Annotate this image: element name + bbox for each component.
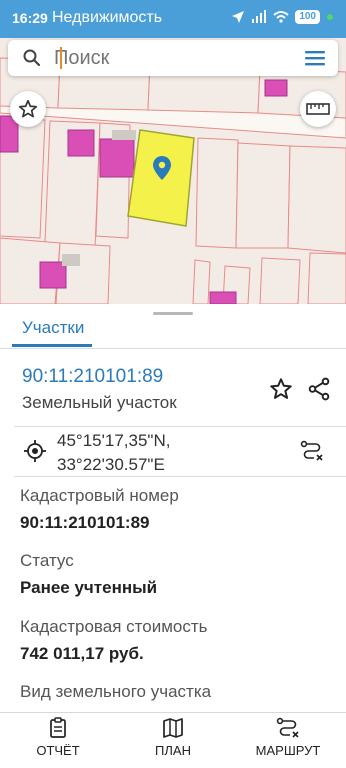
share-icon[interactable] — [306, 376, 332, 402]
battery-indicator: 100 — [295, 10, 320, 24]
cadastral-cost-value: 742 011,17 руб. — [20, 644, 144, 663]
nav-report-button[interactable]: ОТЧЁТ — [8, 717, 108, 758]
map-favorite-button[interactable] — [10, 91, 46, 127]
favorite-star-icon[interactable] — [268, 376, 294, 402]
ruler-button[interactable] — [300, 91, 336, 127]
coordinate-longitude: 33°22'30.57"E — [57, 455, 165, 474]
tab-active-indicator — [12, 344, 92, 347]
parcel-info-sheet: Участки 90:11:210101:89 Земельный участо… — [0, 304, 346, 712]
divider — [14, 426, 346, 427]
coordinate-latitude: 45°15'17,35"N, — [57, 431, 171, 450]
report-icon — [50, 717, 66, 738]
search-icon[interactable] — [22, 48, 42, 68]
route-icon[interactable] — [300, 440, 324, 462]
nav-route-button[interactable]: МАРШРУТ — [238, 717, 338, 758]
ruler-icon — [306, 103, 330, 115]
star-outline-icon — [18, 99, 38, 118]
map-icon — [163, 718, 183, 738]
search-bar[interactable] — [8, 40, 338, 76]
nav-plan-button[interactable]: ПЛАН — [123, 717, 223, 758]
status-value: Ранее учтенный — [20, 578, 158, 597]
menu-icon[interactable] — [304, 48, 326, 68]
notification-dot-icon — [327, 14, 333, 20]
cadastral-number-label: Кадастровый номер — [20, 486, 179, 505]
parcel-type: Земельный участок — [22, 393, 177, 412]
status-bar: 16:29 Недвижимость 100 — [0, 0, 346, 38]
parcel-number[interactable]: 90:11:210101:89 — [22, 366, 163, 388]
tab-parcels[interactable]: Участки — [22, 318, 84, 338]
nav-route-label: МАРШРУТ — [255, 743, 321, 758]
route-icon — [276, 717, 299, 738]
status-time: 16:29 — [12, 10, 48, 26]
cadastral-cost-label: Кадастровая стоимость — [20, 617, 208, 636]
bottom-navigation: ОТЧЁТ ПЛАН МАРШРУТ — [0, 712, 346, 768]
text-cursor — [60, 47, 62, 69]
crosshair-icon[interactable] — [24, 440, 46, 462]
divider — [0, 348, 346, 349]
location-arrow-icon — [232, 11, 245, 23]
map-canvas[interactable] — [0, 38, 346, 304]
wifi-icon — [273, 11, 289, 23]
status-app-name: Недвижимость — [52, 9, 163, 26]
nav-report-label: ОТЧЁТ — [36, 743, 80, 758]
map-view[interactable] — [0, 38, 346, 304]
drag-handle[interactable] — [153, 312, 193, 315]
signal-icon — [252, 10, 267, 23]
land-kind-label: Вид земельного участка — [20, 682, 212, 701]
nav-plan-label: ПЛАН — [155, 743, 191, 758]
divider — [14, 476, 346, 477]
status-label: Статус — [20, 551, 74, 570]
status-icons: 100 — [231, 10, 334, 24]
search-input[interactable] — [54, 44, 294, 72]
cadastral-number-value: 90:11:210101:89 — [20, 513, 150, 532]
